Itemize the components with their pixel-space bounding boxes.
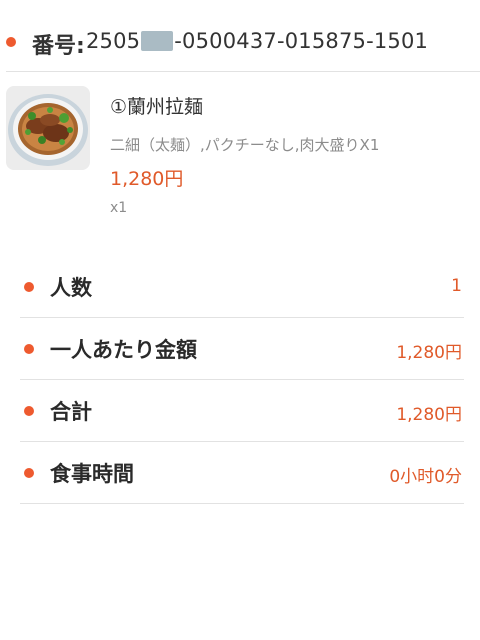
- bullet-dot-icon: [24, 282, 34, 292]
- order-number-label: 番号:: [32, 34, 85, 59]
- order-item[interactable]: ①蘭州拉麺 二細（太麺）,パクチーなし,肉大盛りX1 1,280円 x1: [0, 84, 480, 224]
- header-divider: [6, 71, 480, 72]
- order-number: 2505 -0500437-015875-1501: [86, 29, 428, 53]
- summary-row-per-person: 一人あたり金額 1,280円: [20, 318, 464, 380]
- order-number-prefix: 2505: [86, 29, 141, 53]
- item-name: ①蘭州拉麺: [110, 96, 204, 118]
- bullet-dot-icon: [6, 37, 16, 47]
- summary-label: 合計: [50, 400, 92, 424]
- item-quantity: x1: [110, 200, 128, 216]
- order-number-header: 番号: 2505 -0500437-015875-1501: [0, 24, 480, 64]
- summary-label: 人数: [50, 276, 92, 300]
- summary-label: 食事時間: [50, 462, 134, 486]
- summary-value: 1,280円: [396, 405, 462, 425]
- bullet-dot-icon: [24, 468, 34, 478]
- redacted-mask: [141, 31, 174, 51]
- bullet-dot-icon: [24, 344, 34, 354]
- item-price: 1,280円: [110, 168, 184, 190]
- summary-row-people: 人数 1: [20, 256, 464, 318]
- food-thumbnail-image: [6, 86, 90, 170]
- summary-value: 1: [451, 276, 462, 296]
- order-number-suffix: -0500437-015875-1501: [174, 29, 429, 53]
- bullet-dot-icon: [24, 406, 34, 416]
- summary-label: 一人あたり金額: [50, 338, 197, 362]
- summary-value: 1,280円: [396, 343, 462, 363]
- item-options: 二細（太麺）,パクチーなし,肉大盛りX1: [110, 136, 380, 154]
- summary-row-meal-time: 食事時間 0小时0分: [20, 442, 464, 504]
- order-summary-list: 人数 1 一人あたり金額 1,280円 合計 1,280円 食事時間 0小时0分: [20, 256, 464, 504]
- summary-value: 0小时0分: [389, 467, 462, 487]
- summary-row-total: 合計 1,280円: [20, 380, 464, 442]
